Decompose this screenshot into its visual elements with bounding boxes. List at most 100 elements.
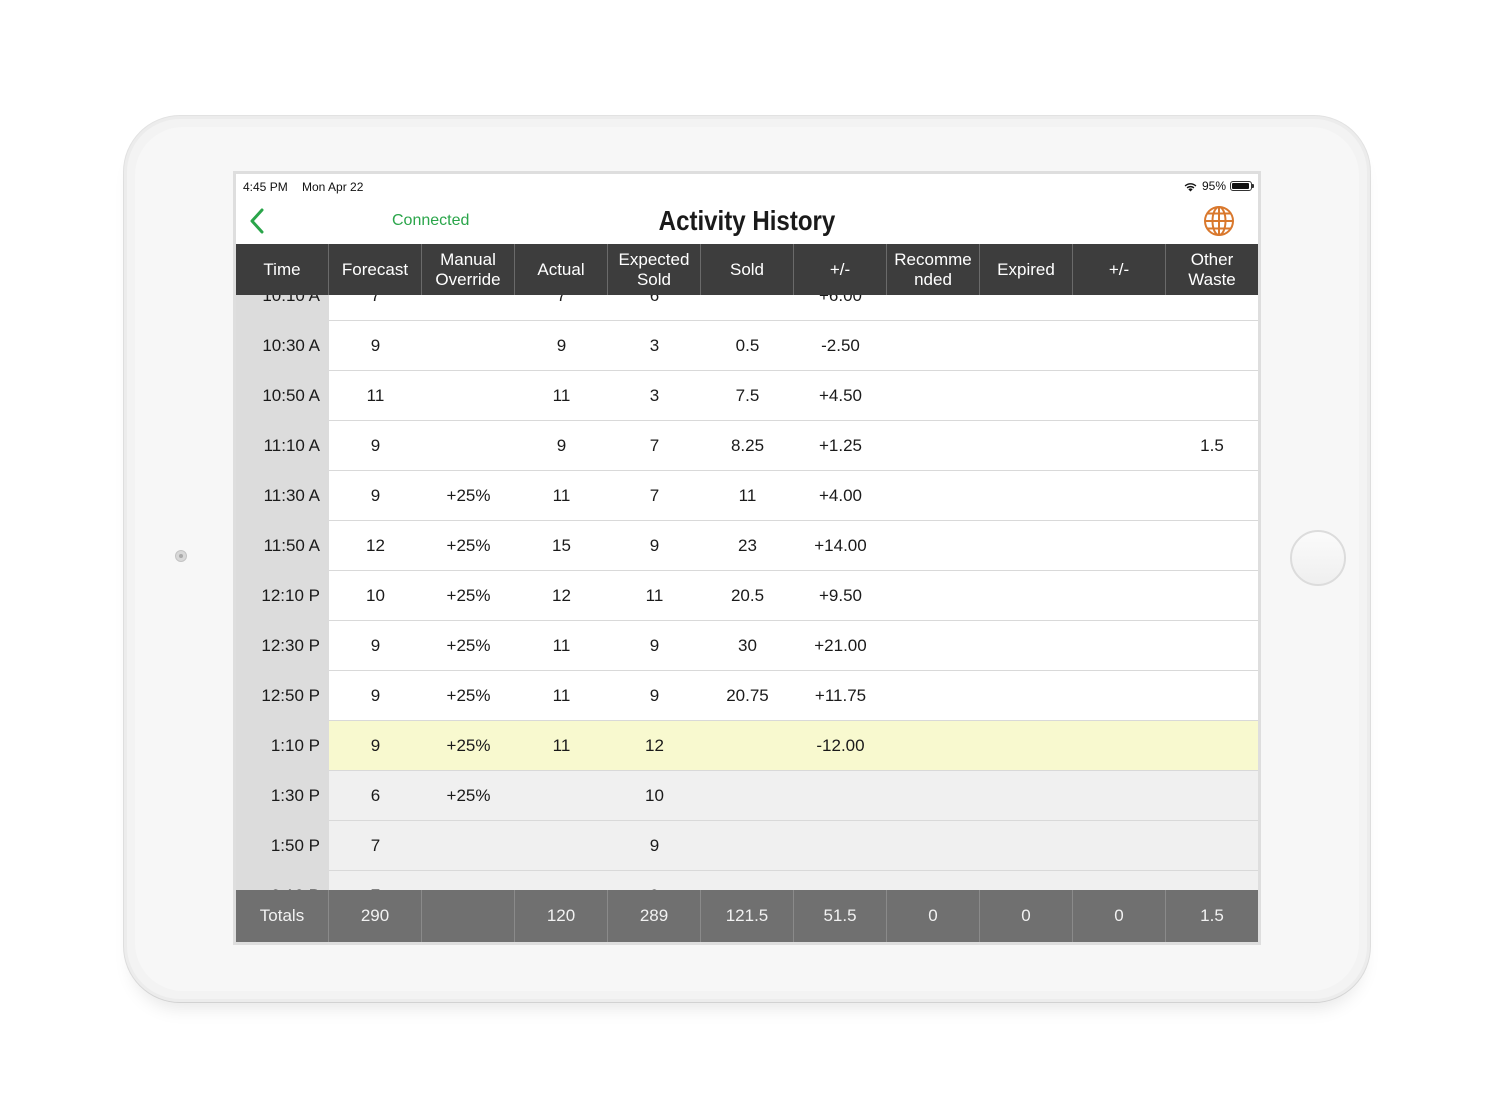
table-cell bbox=[887, 421, 980, 470]
totals-cell: 0 bbox=[980, 890, 1073, 942]
table-cell bbox=[515, 771, 608, 820]
table-cell bbox=[1073, 721, 1166, 770]
table-cell: 3 bbox=[649, 385, 660, 405]
table-row[interactable]: 10:10 A 7 7 6 +6.00 bbox=[236, 295, 1258, 321]
column-header[interactable]: Actual bbox=[515, 244, 608, 295]
table-row[interactable]: 11:10 A 9 9 7 8.25 +1.25 1.5 bbox=[236, 421, 1258, 471]
table-cell bbox=[980, 871, 1073, 890]
column-header[interactable]: Expired bbox=[980, 244, 1073, 295]
table-cell: +25% bbox=[446, 785, 491, 805]
table-cell bbox=[1166, 295, 1258, 320]
table-cell bbox=[887, 821, 980, 870]
table-cell: +25% bbox=[446, 635, 491, 655]
table-cell bbox=[1073, 771, 1166, 820]
table-cell bbox=[794, 821, 887, 870]
language-button[interactable] bbox=[1202, 204, 1236, 238]
table-cell: +25% bbox=[446, 535, 491, 555]
table-cell bbox=[980, 621, 1073, 670]
table-row[interactable]: 11:50 A 12 +25% 15 9 23 +14.00 bbox=[236, 521, 1258, 571]
activity-table[interactable]: 10:10 A 7 7 6 +6.00 10:30 A 9 9 3 0.5 -2.50 10:50 A… bbox=[236, 295, 1258, 890]
table-cell: +4.50 bbox=[818, 385, 862, 405]
table-cell bbox=[980, 295, 1073, 320]
back-button[interactable] bbox=[246, 206, 270, 236]
table-cell: 23 bbox=[738, 535, 757, 555]
table-cell bbox=[980, 821, 1073, 870]
table-cell: 7 bbox=[370, 295, 381, 305]
table-row[interactable]: 10:30 A 9 9 3 0.5 -2.50 bbox=[236, 321, 1258, 371]
table-cell bbox=[980, 371, 1073, 420]
table-cell bbox=[1073, 371, 1166, 420]
table-cell bbox=[1073, 321, 1166, 370]
globe-icon bbox=[1204, 206, 1234, 236]
table-cell: +25% bbox=[446, 685, 491, 705]
table-cell bbox=[887, 471, 980, 520]
table-row[interactable]: 1:30 P 6 +25% 10 bbox=[236, 771, 1258, 821]
table-cell: 9 bbox=[649, 635, 660, 655]
table-cell bbox=[422, 871, 515, 890]
table-cell: 3 bbox=[649, 335, 660, 355]
column-header[interactable]: Recomme nded bbox=[887, 244, 980, 295]
table-cell bbox=[1166, 621, 1258, 670]
table-cell bbox=[1073, 471, 1166, 520]
table-cell bbox=[515, 871, 608, 890]
table-cell: 9 bbox=[649, 835, 660, 855]
table-row[interactable]: 1:50 P 7 9 bbox=[236, 821, 1258, 871]
table-cell: 11 bbox=[738, 485, 757, 505]
table-cell: 7 bbox=[329, 871, 422, 891]
row-time: 1:10 P bbox=[236, 721, 329, 771]
table-cell bbox=[980, 521, 1073, 570]
row-time: 10:50 A bbox=[236, 371, 329, 421]
status-bar: 4:45 PM Mon Apr 22 95% bbox=[236, 174, 1258, 198]
table-cell bbox=[1166, 471, 1258, 520]
table-header: Time Forecast Manual Override Actual Expecte… bbox=[236, 244, 1258, 295]
nav-bar: Connected Activity History bbox=[236, 198, 1258, 244]
table-cell: 9 bbox=[370, 635, 381, 655]
table-cell: +9.50 bbox=[818, 585, 862, 605]
column-header[interactable]: Forecast bbox=[329, 244, 422, 295]
column-header[interactable]: Time bbox=[236, 244, 329, 295]
column-header[interactable]: +/- bbox=[794, 244, 887, 295]
table-row[interactable]: 12:10 P 10 +25% 12 11 20.5 +9.50 bbox=[236, 571, 1258, 621]
camera-icon bbox=[175, 550, 187, 562]
row-time: 12:30 P bbox=[236, 621, 329, 671]
totals-cell: 1.5 bbox=[1200, 906, 1224, 925]
battery-fill bbox=[1232, 183, 1250, 189]
table-cell bbox=[1166, 321, 1258, 370]
table-cell bbox=[1166, 671, 1258, 720]
table-cell: 8.25 bbox=[730, 435, 765, 455]
table-row[interactable]: 2:10 P7 9 bbox=[236, 871, 1258, 890]
column-header[interactable]: +/- bbox=[1073, 244, 1166, 295]
table-cell: 0.5 bbox=[735, 335, 760, 355]
table-cell bbox=[1166, 871, 1258, 890]
table-row[interactable]: 1:10 P 9 +25% 11 12 -12.00 bbox=[236, 721, 1258, 771]
column-header[interactable]: Expected Sold bbox=[608, 244, 701, 295]
table-cell bbox=[422, 295, 515, 320]
table-row[interactable]: 10:50 A 11 11 3 7.5 +4.50 bbox=[236, 371, 1258, 421]
table-cell bbox=[1073, 821, 1166, 870]
table-cell: +1.25 bbox=[818, 435, 862, 455]
column-header[interactable]: Other Waste bbox=[1166, 244, 1258, 295]
row-time: 10:30 A bbox=[236, 321, 329, 371]
table-row[interactable]: 11:30 A 9 +25% 11 7 11 +4.00 bbox=[236, 471, 1258, 521]
table-cell: 9 bbox=[370, 335, 381, 355]
table-cell: +25% bbox=[446, 485, 491, 505]
table-cell: 7 bbox=[556, 295, 567, 305]
table-cell bbox=[887, 721, 980, 770]
totals-row: Totals 290 120 289 121.5 51.5 0 0 0 1.5 bbox=[236, 890, 1258, 942]
totals-cell: 290 bbox=[329, 890, 422, 942]
column-header[interactable]: Manual Override bbox=[422, 244, 515, 295]
table-cell: 9 bbox=[649, 535, 660, 555]
table-row[interactable]: 12:50 P 9 +25% 11 9 20.75 +11.75 bbox=[236, 671, 1258, 721]
table-row[interactable]: 12:30 P 9 +25% 11 9 30 +21.00 bbox=[236, 621, 1258, 671]
table-cell: 10 bbox=[366, 585, 385, 605]
status-time: 4:45 PM bbox=[243, 180, 288, 194]
table-rows: 10:10 A 7 7 6 +6.00 10:30 A 9 9 3 0.5 -2.50 10:50 A… bbox=[236, 295, 1258, 890]
table-cell bbox=[1166, 771, 1258, 820]
table-cell bbox=[1073, 571, 1166, 620]
column-header[interactable]: Sold bbox=[701, 244, 794, 295]
table-cell bbox=[887, 295, 980, 320]
table-cell: 12 bbox=[552, 585, 571, 605]
table-cell bbox=[980, 571, 1073, 620]
table-cell bbox=[515, 821, 608, 870]
home-button[interactable] bbox=[1290, 530, 1346, 586]
